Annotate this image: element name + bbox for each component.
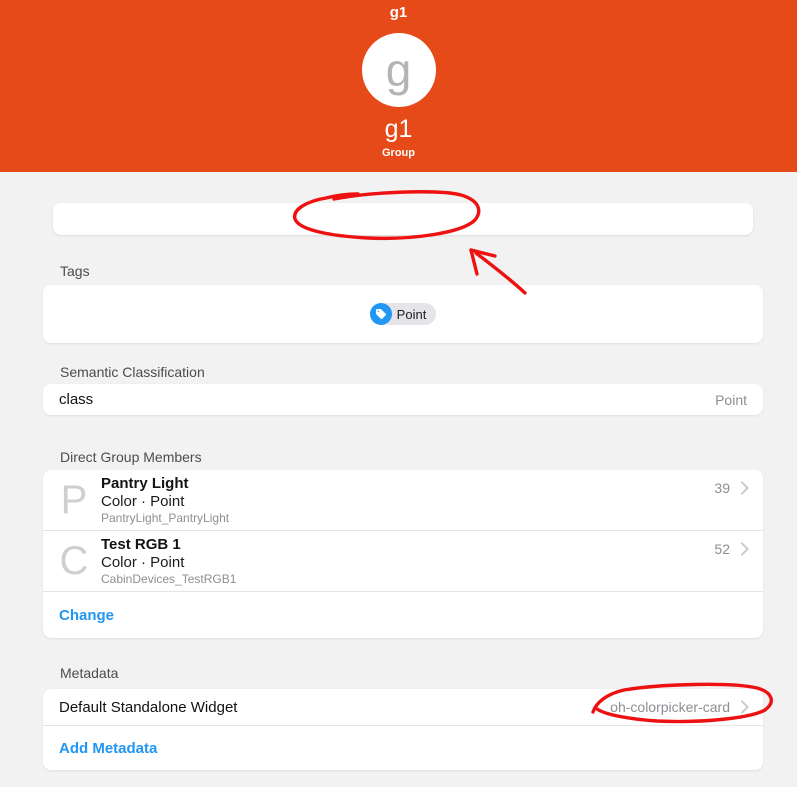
metadata-card: Default Standalone Widget oh-colorpicker… xyxy=(43,689,763,770)
semantic-card: class Point xyxy=(43,384,763,415)
item-details: Tags Point Semantic Classification class… xyxy=(0,203,797,770)
tags-card: Point xyxy=(43,285,763,343)
item-header: g1 g g1 Group xyxy=(0,0,797,172)
tag-chip-point[interactable]: Point xyxy=(369,303,437,325)
member-state-value: 39 xyxy=(714,480,730,496)
member-title: Pantry Light xyxy=(101,475,189,492)
member-item-id: CabinDevices_TestRGB1 xyxy=(101,572,237,586)
section-title-tags: Tags xyxy=(60,263,90,279)
chevron-right-icon xyxy=(734,480,750,496)
tag-icon xyxy=(369,303,392,325)
semantic-class-label: class xyxy=(59,391,94,408)
members-card: P Pantry Light Color · Point PantryLight… xyxy=(43,470,763,638)
item-state-row[interactable] xyxy=(53,203,753,235)
metadata-row-default-standalone-widget[interactable]: Default Standalone Widget oh-colorpicker… xyxy=(43,689,763,725)
member-state-value: 52 xyxy=(714,541,730,557)
metadata-row-value: oh-colorpicker-card xyxy=(610,699,730,715)
nav-title: g1 xyxy=(389,4,408,21)
member-initial: C xyxy=(59,538,89,583)
chevron-right-icon xyxy=(734,699,750,715)
member-subtitle: Color · Point xyxy=(101,493,185,510)
section-title-members: Direct Group Members xyxy=(60,449,202,465)
tag-chip-label: Point xyxy=(396,306,427,322)
section-title-metadata: Metadata xyxy=(60,665,119,681)
section-title-semantic: Semantic Classification xyxy=(60,364,205,380)
member-item-id: PantryLight_PantryLight xyxy=(101,511,230,525)
member-initial: P xyxy=(60,477,88,522)
avatar-letter: g xyxy=(385,44,412,96)
semantic-class-value: Point xyxy=(715,391,747,408)
chevron-right-icon xyxy=(734,541,750,557)
member-title: Test RGB 1 xyxy=(101,536,181,553)
change-members-button[interactable]: Change xyxy=(43,592,763,638)
item-name: g1 xyxy=(384,115,413,143)
member-row-pantry-light[interactable]: P Pantry Light Color · Point PantryLight… xyxy=(43,470,763,530)
semantic-class-row[interactable]: class Point xyxy=(43,384,763,415)
member-subtitle: Color · Point xyxy=(101,554,185,571)
item-type-label: Group xyxy=(382,147,415,159)
add-metadata-button[interactable]: Add Metadata xyxy=(43,726,763,770)
item-avatar: g xyxy=(361,33,436,107)
member-row-test-rgb-1[interactable]: C Test RGB 1 Color · Point CabinDevices_… xyxy=(43,531,763,591)
metadata-row-label: Default Standalone Widget xyxy=(59,698,238,716)
